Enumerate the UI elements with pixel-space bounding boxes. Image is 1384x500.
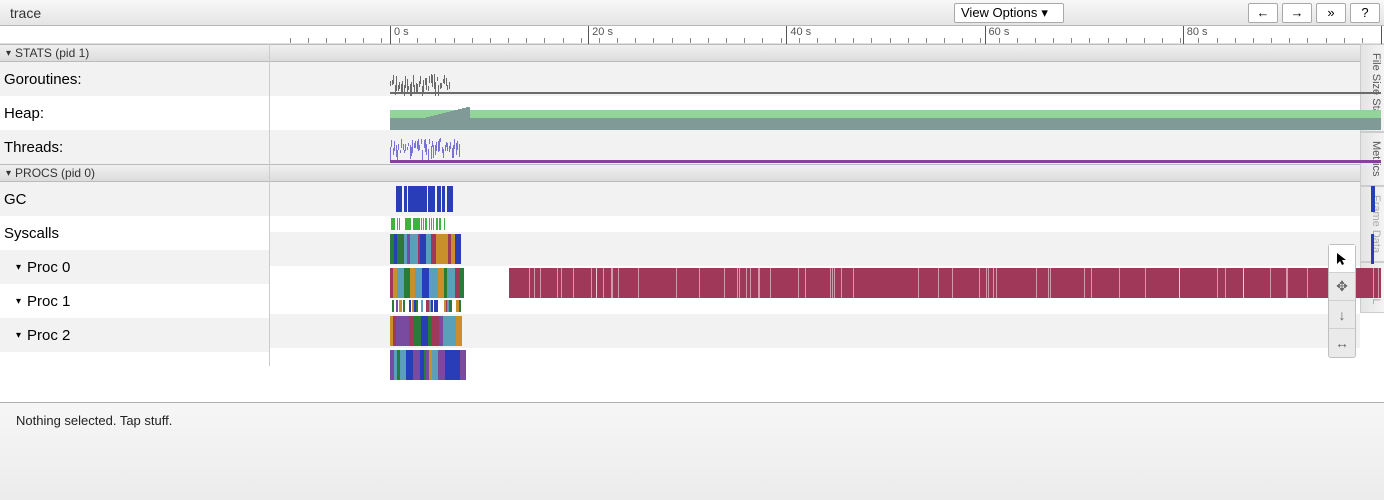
section-header[interactable]: ▾PROCS (pid 0)	[0, 164, 269, 182]
page-title: trace	[4, 5, 41, 21]
ruler-tick: 20 s	[588, 26, 613, 44]
scroll-down-tool-button[interactable]: ↓	[1329, 301, 1355, 329]
track-row[interactable]	[270, 182, 1360, 216]
time-ruler[interactable]: 0 s20 s40 s60 s80 s100 s	[270, 26, 1360, 43]
help-button[interactable]: ?	[1350, 3, 1380, 23]
row-label: GC	[4, 191, 27, 208]
track-row[interactable]	[270, 96, 1360, 130]
ruler-tick: 80 s	[1183, 26, 1208, 44]
row-label: Syscalls	[4, 225, 59, 242]
track-row[interactable]	[270, 130, 1360, 164]
pointer-tool-button[interactable]	[1329, 245, 1355, 273]
selection-status: Nothing selected. Tap stuff.	[16, 413, 172, 428]
track-row[interactable]	[270, 216, 1360, 232]
track-row[interactable]	[270, 266, 1360, 314]
span-width-tool-button[interactable]: ↔	[1329, 329, 1355, 357]
track-row[interactable]	[270, 62, 1360, 96]
chevron-down-icon: ▾	[6, 168, 11, 179]
view-options-dropdown[interactable]: View Options ▾	[954, 3, 1064, 23]
nav-forward-button[interactable]: →	[1282, 3, 1312, 23]
chevron-down-icon[interactable]: ▾	[16, 330, 21, 341]
chevron-down-icon[interactable]: ▾	[16, 296, 21, 307]
section-header[interactable]: ▾STATS (pid 1)	[0, 44, 269, 62]
tool-palette: ✥ ↓ ↔	[1328, 244, 1356, 358]
row-label: Proc 2	[27, 327, 70, 344]
chevron-down-icon: ▾	[1041, 5, 1048, 21]
selection-panel: Nothing selected. Tap stuff.	[0, 402, 1384, 500]
track-row[interactable]	[270, 314, 1360, 348]
nav-more-button[interactable]: »	[1316, 3, 1346, 23]
ruler-tick: 60 s	[985, 26, 1010, 44]
row-label: Proc 0	[27, 259, 70, 276]
view-options-label: View Options	[961, 5, 1037, 20]
chevron-down-icon[interactable]: ▾	[16, 262, 21, 273]
row-label: Goroutines:	[4, 71, 82, 88]
nav-back-button[interactable]: ←	[1248, 3, 1278, 23]
pan-tool-button[interactable]: ✥	[1329, 273, 1355, 301]
chevron-down-icon: ▾	[6, 48, 11, 59]
row-label: Threads:	[4, 139, 63, 156]
track-row[interactable]	[270, 232, 1360, 266]
row-label: Heap:	[4, 105, 44, 122]
row-label: Proc 1	[27, 293, 70, 310]
